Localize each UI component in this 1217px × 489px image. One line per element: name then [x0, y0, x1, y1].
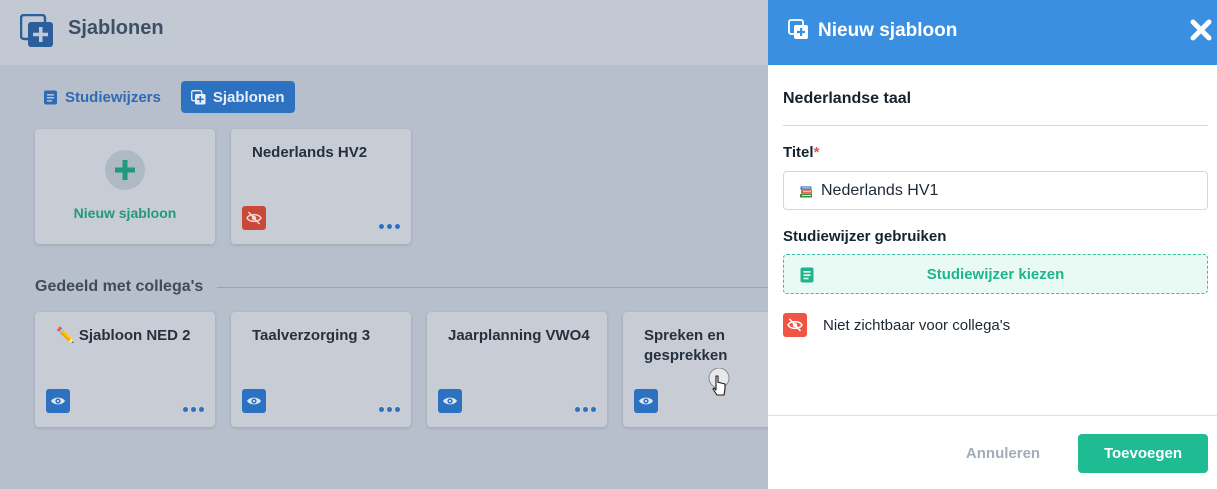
eye-slash-icon — [242, 206, 266, 230]
template-card[interactable]: Spreken en gesprekken — [623, 312, 768, 427]
template-add-icon — [788, 19, 808, 39]
title-label-text: Titel — [783, 144, 814, 161]
top-bar: Sjablonen — [0, 0, 768, 65]
template-card[interactable]: Taalverzorging 3 — [231, 312, 411, 427]
title-field-label: Titel* — [783, 144, 819, 161]
pointer-cursor-icon — [708, 368, 730, 396]
template-add-icon — [20, 14, 53, 47]
more-options-icon[interactable] — [183, 407, 204, 412]
template-title: ✏️ Sjabloon NED 2 — [56, 327, 191, 344]
more-options-icon[interactable] — [379, 407, 400, 412]
visibility-toggle[interactable]: Niet zichtbaar voor collega's — [783, 313, 1010, 337]
eye-icon — [242, 389, 266, 413]
choose-studiewijzer-button[interactable]: Studiewijzer kiezen — [783, 254, 1208, 294]
new-template-panel: Nieuw sjabloon Nederlandse taal Titel* N… — [768, 0, 1217, 489]
template-title: Nederlands HV2 — [252, 144, 368, 161]
template-card[interactable]: Jaarplanning VWO4 — [427, 312, 607, 427]
tab-sjablonen[interactable]: Sjablonen — [180, 81, 295, 113]
cancel-button[interactable]: Annuleren — [948, 434, 1058, 473]
section-divider — [217, 286, 768, 288]
divider — [783, 125, 1208, 126]
plus-icon — [105, 150, 145, 190]
new-template-card[interactable]: Nieuw sjabloon — [35, 129, 215, 244]
list-icon — [800, 267, 814, 283]
tab-label: Sjablonen — [212, 88, 285, 106]
footer-divider — [768, 415, 1217, 416]
eye-icon — [46, 389, 70, 413]
view-tabs: Studiewijzers Sjablonen — [35, 81, 295, 113]
template-card[interactable]: ✏️ Sjabloon NED 2 — [35, 312, 215, 427]
visibility-label: Niet zichtbaar voor collega's — [823, 316, 1011, 334]
template-add-icon — [190, 89, 206, 104]
eye-icon — [634, 389, 658, 413]
title-input[interactable]: Nederlands HV1 — [783, 171, 1208, 210]
tab-studiewijzers[interactable]: Studiewijzers — [35, 81, 171, 113]
new-template-label: Nieuw sjabloon — [73, 205, 177, 221]
shared-section-header: Gedeeld met collega's — [35, 276, 768, 298]
choose-studiewijzer-label: Studiewijzer kiezen — [926, 265, 1065, 283]
tab-label: Studiewijzers — [65, 88, 161, 106]
panel-title: Nieuw sjabloon — [818, 20, 958, 41]
studiewijzer-field-label: Studiewijzer gebruiken — [783, 228, 947, 245]
add-button[interactable]: Toevoegen — [1078, 434, 1208, 473]
close-icon[interactable] — [1189, 18, 1213, 42]
eye-icon — [438, 389, 462, 413]
template-title: Taalverzorging 3 — [252, 327, 371, 344]
template-title: Spreken en gesprekken — [644, 327, 728, 364]
template-title: Jaarplanning VWO4 — [448, 327, 590, 344]
required-marker: * — [813, 144, 820, 161]
books-icon — [800, 185, 812, 197]
page-title: Sjablonen — [68, 17, 164, 39]
more-options-icon[interactable] — [575, 407, 596, 412]
section-title: Gedeeld met collega's — [35, 278, 204, 295]
panel-header: Nieuw sjabloon — [768, 0, 1217, 65]
subject-name: Nederlandse taal — [783, 90, 912, 107]
eye-slash-icon — [783, 313, 807, 337]
list-icon — [44, 90, 57, 104]
title-input-value: Nederlands HV1 — [821, 181, 939, 199]
more-options-icon[interactable] — [379, 224, 400, 229]
template-card[interactable]: Nederlands HV2 — [231, 129, 411, 244]
